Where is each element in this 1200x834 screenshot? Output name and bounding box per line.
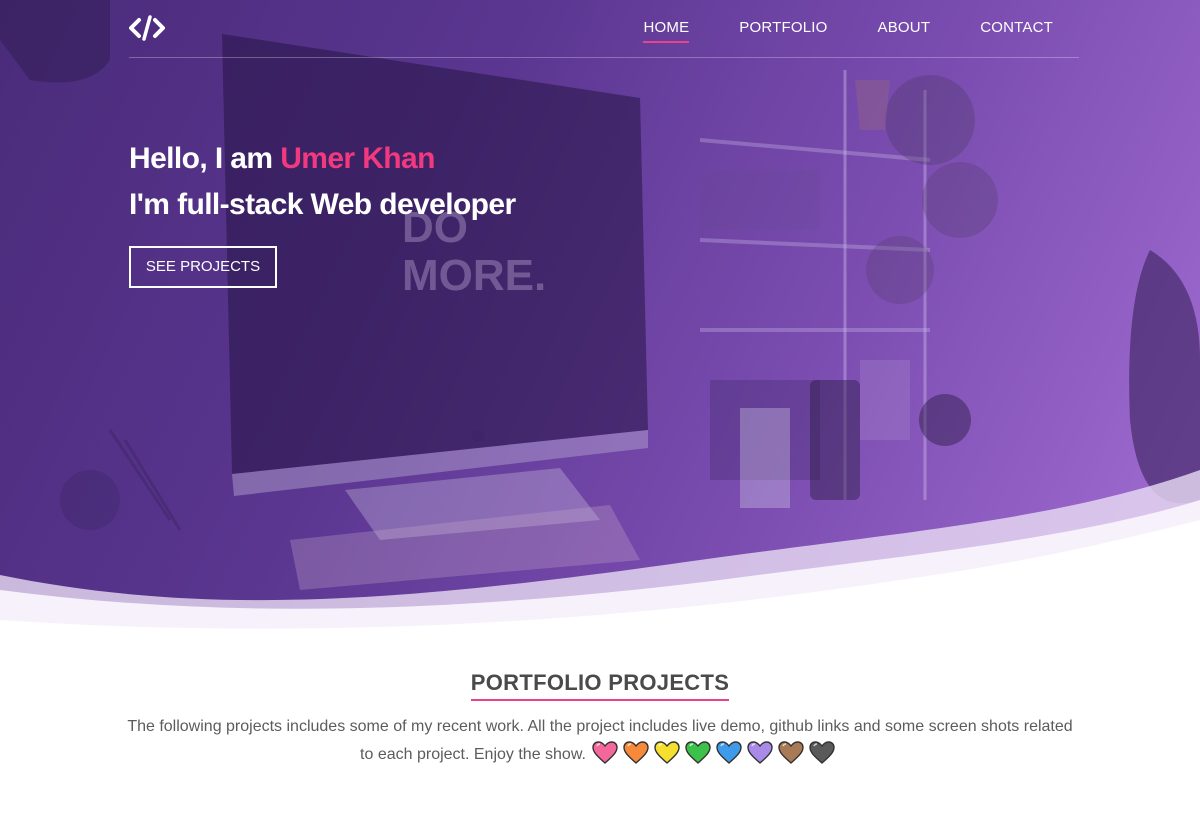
hero-heading: Hello, I am Umer Khan I'm full-stack Web… <box>129 136 516 228</box>
hero-section: DO MORE. <box>0 0 1200 640</box>
hero-tagline: I'm full-stack Web developer <box>129 188 516 221</box>
code-icon[interactable] <box>129 14 165 42</box>
hero-greeting: Hello, I am <box>129 142 281 175</box>
hero-name: Umer Khan <box>280 142 435 175</box>
orange-heart-icon <box>623 741 649 765</box>
black-heart-icon <box>809 741 835 765</box>
portfolio-title: PORTFOLIO PROJECTS <box>470 670 730 701</box>
see-projects-button[interactable]: SEE PROJECTS <box>129 246 277 288</box>
nav-menu: HOME PORTFOLIO ABOUT CONTACT <box>593 19 1053 43</box>
portfolio-description: The following projects includes some of … <box>120 713 1080 769</box>
navbar: HOME PORTFOLIO ABOUT CONTACT <box>129 0 1079 58</box>
pink-heart-icon <box>592 741 618 765</box>
brown-heart-icon <box>778 741 804 765</box>
nav-link-contact[interactable]: CONTACT <box>980 19 1053 42</box>
hero-wave-divider <box>0 470 1200 640</box>
nav-link-home[interactable]: HOME <box>643 19 690 43</box>
green-heart-icon <box>685 741 711 765</box>
portfolio-section: PORTFOLIO PROJECTS The following project… <box>0 670 1200 769</box>
blue-heart-icon <box>716 741 742 765</box>
hero-greeting-line: Hello, I am Umer Khan <box>129 136 516 182</box>
yellow-heart-icon <box>654 741 680 765</box>
hearts-row <box>592 741 840 765</box>
purple-heart-icon <box>747 741 773 765</box>
nav-link-portfolio[interactable]: PORTFOLIO <box>739 19 827 42</box>
nav-link-about[interactable]: ABOUT <box>878 19 931 42</box>
